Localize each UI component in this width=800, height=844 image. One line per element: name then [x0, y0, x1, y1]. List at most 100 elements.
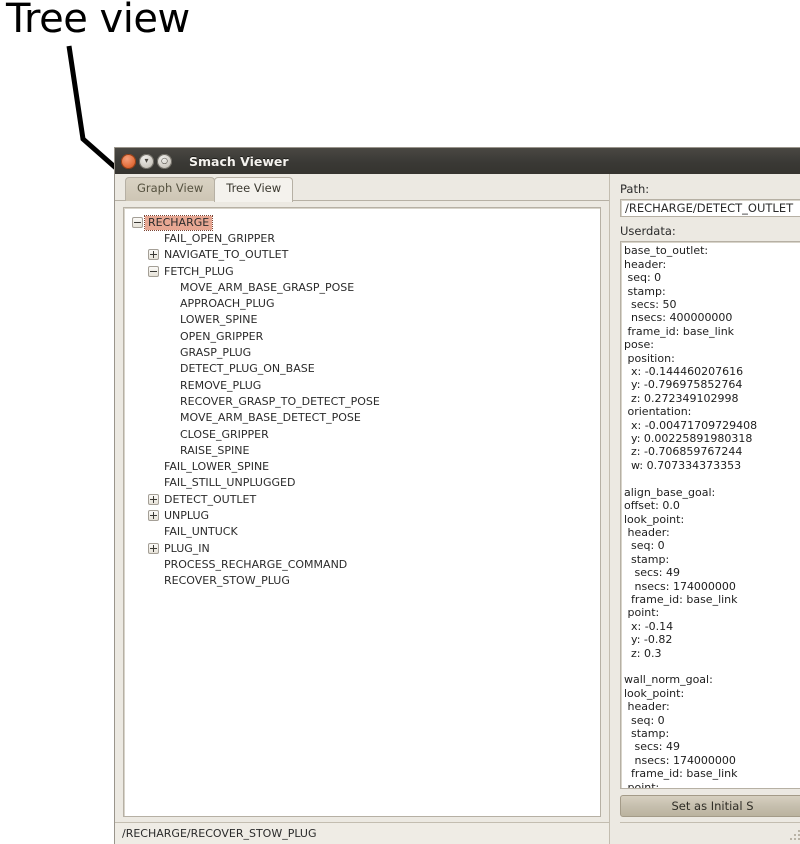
tree-item-spacer: [148, 559, 159, 570]
tree-item-label: GRASP_PLUG: [180, 347, 251, 358]
tree-item-label: FAIL_LOWER_SPINE: [164, 461, 269, 472]
tree-view-panel[interactable]: RECHARGE FAIL_OPEN_GRIPPER NAVIGATE_TO_OUT…: [123, 207, 601, 817]
tree-item-spacer: [164, 314, 175, 325]
status-bar-text: /RECHARGE/RECOVER_STOW_PLUG: [115, 827, 316, 840]
tree-item-label: APPROACH_PLUG: [180, 298, 274, 309]
tree-item-spacer: [164, 380, 175, 391]
tab-strip: Graph View Tree View: [115, 174, 609, 201]
path-label: Path:: [620, 182, 800, 196]
expand-icon[interactable]: [148, 543, 159, 554]
tree-item-spacer: [164, 347, 175, 358]
expand-icon[interactable]: [148, 494, 159, 505]
window-bottom-bar: [620, 822, 800, 844]
tree-item-spacer: [148, 477, 159, 488]
tree-item[interactable]: RAISE_SPINE: [124, 442, 600, 458]
tree-item-label: RAISE_SPINE: [180, 445, 249, 456]
tree-item-label: FAIL_OPEN_GRIPPER: [164, 233, 275, 244]
tree-item-spacer: [164, 412, 175, 423]
tree-item-label: MOVE_ARM_BASE_DETECT_POSE: [180, 412, 361, 423]
collapse-icon[interactable]: [132, 217, 143, 228]
tree-item-label: OPEN_GRIPPER: [180, 331, 263, 342]
tree-item-spacer: [148, 526, 159, 537]
tree-item-label: RECOVER_GRASP_TO_DETECT_POSE: [180, 396, 380, 407]
tree-item[interactable]: DETECT_PLUG_ON_BASE: [124, 361, 600, 377]
window-title-bar[interactable]: ▾ ○ Smach Viewer: [115, 148, 800, 174]
minimize-button[interactable]: ▾: [139, 154, 154, 169]
left-pane: Graph View Tree View RECHARGE FAIL_OPEN_G…: [115, 174, 609, 844]
resize-grip[interactable]: [788, 828, 800, 842]
tree-item-spacer: [148, 461, 159, 472]
tree-item-label: DETECT_PLUG_ON_BASE: [180, 363, 315, 374]
tree-item[interactable]: MOVE_ARM_BASE_DETECT_POSE: [124, 410, 600, 426]
expand-icon[interactable]: [148, 510, 159, 521]
tree-item[interactable]: MOVE_ARM_BASE_GRASP_POSE: [124, 279, 600, 295]
tree-item[interactable]: REMOVE_PLUG: [124, 377, 600, 393]
tree-item[interactable]: UNPLUG: [124, 507, 600, 523]
tree-item[interactable]: FAIL_OPEN_GRIPPER: [124, 230, 600, 246]
tree-item-spacer: [164, 363, 175, 374]
path-input[interactable]: /RECHARGE/DETECT_OUTLET: [620, 199, 800, 217]
expand-icon[interactable]: [148, 249, 159, 260]
userdata-textbox[interactable]: base_to_outlet: header: seq: 0 stamp: se…: [620, 241, 800, 788]
tree-item-label: LOWER_SPINE: [180, 314, 257, 325]
tree-item[interactable]: LOWER_SPINE: [124, 312, 600, 328]
window-title: Smach Viewer: [189, 154, 289, 169]
tab-graph-view-label: Graph View: [137, 181, 203, 195]
tree-item[interactable]: APPROACH_PLUG: [124, 295, 600, 311]
tab-graph-view[interactable]: Graph View: [125, 177, 215, 201]
tree-item-label: FAIL_UNTUCK: [164, 526, 238, 537]
tree-item-spacer: [164, 429, 175, 440]
tree-item[interactable]: FETCH_PLUG: [124, 263, 600, 279]
userdata-label: Userdata:: [620, 224, 800, 238]
tree-item-label: DETECT_OUTLET: [164, 494, 256, 505]
tree-item[interactable]: PROCESS_RECHARGE_COMMAND: [124, 556, 600, 572]
tree-item[interactable]: GRASP_PLUG: [124, 344, 600, 360]
maximize-icon: ○: [157, 154, 172, 169]
tree-item-label: FETCH_PLUG: [164, 266, 234, 277]
tree-item-label: NAVIGATE_TO_OUTLET: [164, 249, 288, 260]
set-as-initial-state-label: Set as Initial S: [671, 799, 753, 813]
tree-item[interactable]: CLOSE_GRIPPER: [124, 426, 600, 442]
tree-item[interactable]: RECOVER_STOW_PLUG: [124, 573, 600, 589]
path-input-value: /RECHARGE/DETECT_OUTLET: [625, 201, 793, 215]
close-button[interactable]: [121, 154, 136, 169]
status-bar: /RECHARGE/RECOVER_STOW_PLUG: [115, 822, 609, 844]
window-body: Graph View Tree View RECHARGE FAIL_OPEN_G…: [115, 174, 800, 844]
tree-item-label: MOVE_ARM_BASE_GRASP_POSE: [180, 282, 354, 293]
tree-item[interactable]: RECHARGE: [124, 214, 600, 230]
tree-item-spacer: [164, 396, 175, 407]
tree-item-spacer: [164, 282, 175, 293]
tree-item-spacer: [164, 298, 175, 309]
tree-item[interactable]: DETECT_OUTLET: [124, 491, 600, 507]
userdata-text: base_to_outlet: header: seq: 0 stamp: se…: [624, 244, 800, 788]
tab-tree-view[interactable]: Tree View: [214, 177, 293, 202]
tree-item-label: FAIL_STILL_UNPLUGGED: [164, 477, 295, 488]
tree-item-label: CLOSE_GRIPPER: [180, 429, 269, 440]
tree-list: RECHARGE FAIL_OPEN_GRIPPER NAVIGATE_TO_OUT…: [124, 208, 600, 589]
set-as-initial-state-button[interactable]: Set as Initial S: [620, 795, 800, 817]
tree-item-spacer: [148, 233, 159, 244]
tree-item[interactable]: PLUG_IN: [124, 540, 600, 556]
tree-item[interactable]: FAIL_UNTUCK: [124, 524, 600, 540]
tree-item[interactable]: NAVIGATE_TO_OUTLET: [124, 247, 600, 263]
chevron-down-icon: ▾: [139, 154, 154, 169]
tree-item-label: RECOVER_STOW_PLUG: [164, 575, 290, 586]
tab-tree-view-label: Tree View: [226, 181, 281, 195]
tree-item-label: REMOVE_PLUG: [180, 380, 261, 391]
tree-item-label: PLUG_IN: [164, 543, 210, 554]
tree-item-label: PROCESS_RECHARGE_COMMAND: [164, 559, 347, 570]
tree-item[interactable]: FAIL_LOWER_SPINE: [124, 458, 600, 474]
collapse-icon[interactable]: [148, 266, 159, 277]
smach-viewer-window: ▾ ○ Smach Viewer Graph View Tree View RE…: [115, 148, 800, 844]
tree-item-label: RECHARGE: [145, 216, 212, 230]
tree-item[interactable]: FAIL_STILL_UNPLUGGED: [124, 475, 600, 491]
tree-item-label: UNPLUG: [164, 510, 209, 521]
close-icon: [121, 154, 136, 169]
tree-item-spacer: [164, 331, 175, 342]
tree-item[interactable]: OPEN_GRIPPER: [124, 328, 600, 344]
annotation-label: Tree view: [6, 0, 190, 42]
tree-item-spacer: [164, 445, 175, 456]
maximize-button[interactable]: ○: [157, 154, 172, 169]
tree-item[interactable]: RECOVER_GRASP_TO_DETECT_POSE: [124, 393, 600, 409]
right-pane: Path: /RECHARGE/DETECT_OUTLET Userdata: …: [609, 174, 800, 844]
